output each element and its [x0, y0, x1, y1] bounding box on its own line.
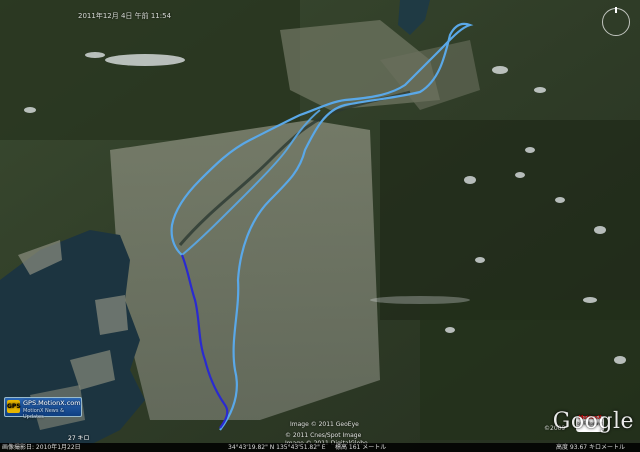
satellite-map[interactable]: 2011年12月 4日 午前 11:54 GPS GPS.MotionX.com…	[0, 0, 640, 452]
elevation: 標高 161 メートル	[335, 444, 387, 451]
eye-altitude: 高度 93.67 キロメートル	[556, 444, 625, 451]
capture-date: 画像撮影日: 2010年1月22日	[2, 444, 81, 451]
scale-label: 27 キロ	[68, 435, 90, 442]
compass-icon[interactable]	[602, 7, 630, 36]
route-track-light	[170, 22, 474, 431]
route-track-light-west	[181, 109, 321, 256]
copyright-geoeye: Image © 2011 GeoEye	[290, 421, 359, 428]
coordinates: 34°43'19.82" N 135°43'51.82" E	[228, 444, 326, 451]
timestamp-overlay: 2011年12月 4日 午前 11:54	[78, 12, 172, 20]
gps-badge-subtitle: MotionX News & Updates	[23, 408, 64, 420]
status-bar: 画像撮影日: 2010年1月22日 34°43'19.82" N 135°43'…	[0, 443, 640, 452]
copyright-cnes: © 2011 Cnes/Spot Image	[285, 432, 362, 439]
gps-motionx-badge[interactable]: GPS GPS.MotionX.com MotionX News & Updat…	[4, 397, 82, 420]
gps-badge-title: GPS.MotionX.com	[23, 399, 81, 407]
route-tracks	[170, 22, 474, 431]
motionx-logo-icon: GPS	[7, 400, 21, 413]
google-logo: Google	[552, 409, 634, 434]
route-track-dark	[180, 254, 229, 429]
